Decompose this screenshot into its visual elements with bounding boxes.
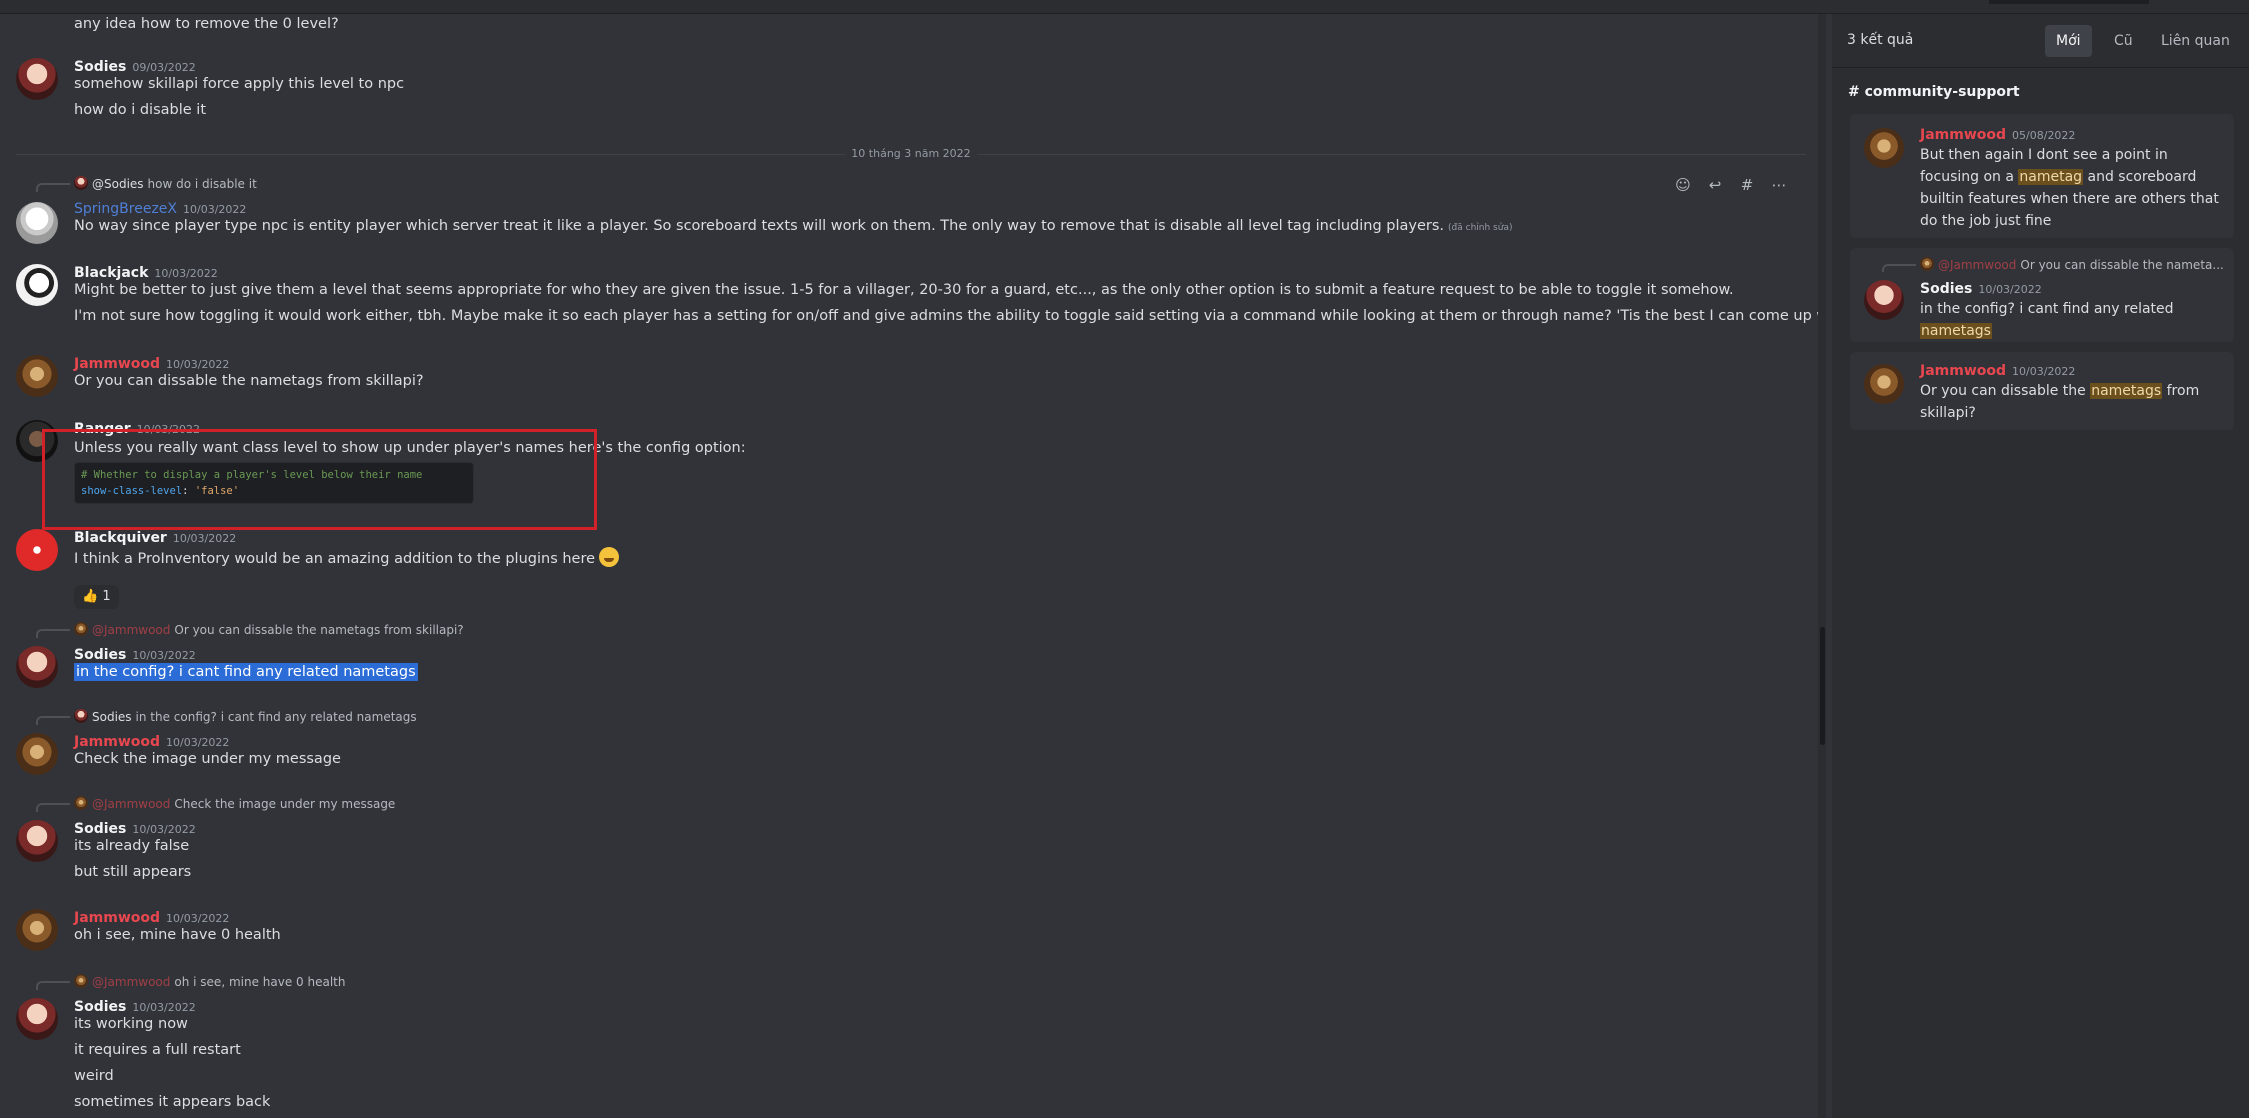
author-name[interactable]: Jammwood bbox=[74, 910, 160, 926]
reply-preview[interactable]: @Jammwood Or you can dissable the nametag… bbox=[74, 622, 464, 637]
top-strip bbox=[0, 0, 2249, 14]
author-name[interactable]: Blackquiver bbox=[74, 530, 167, 546]
message-text[interactable]: in the config? i cant find any related n… bbox=[74, 663, 418, 681]
result-count: 3 kết quả bbox=[1847, 32, 1914, 48]
timestamp: 10/03/2022 bbox=[166, 912, 230, 925]
search-result[interactable]: @Jammwood Or you can dissable the nameta.… bbox=[1850, 248, 2234, 342]
message-text[interactable]: its already false bbox=[74, 838, 189, 854]
selected-text: in the config? i cant find any related n… bbox=[74, 663, 418, 681]
thumbs-up-icon: 👍 bbox=[82, 589, 99, 604]
avatar[interactable] bbox=[16, 58, 58, 100]
timestamp: 05/08/2022 bbox=[2012, 129, 2076, 142]
message-text[interactable]: it requires a full restart bbox=[74, 1042, 241, 1058]
discord-window: any idea how to remove the 0 level? Sodi… bbox=[0, 0, 2249, 1118]
avatar[interactable] bbox=[1864, 280, 1904, 320]
edited-label: (đã chỉnh sửa) bbox=[1448, 223, 1513, 233]
reply-preview[interactable]: @Sodies how do i disable it bbox=[74, 176, 257, 191]
timestamp: 10/03/2022 bbox=[154, 267, 218, 280]
author-name[interactable]: Sodies bbox=[74, 647, 126, 663]
timestamp: 10/03/2022 bbox=[132, 823, 196, 836]
search-results-panel: 3 kết quả Mới Cũ Liên quan # community-s… bbox=[1832, 14, 2249, 1118]
author-name[interactable]: Sodies bbox=[74, 999, 126, 1015]
more-icon[interactable]: ⋯ bbox=[1766, 172, 1792, 198]
avatar[interactable] bbox=[16, 733, 58, 775]
message-text[interactable]: oh i see, mine have 0 health bbox=[74, 927, 281, 943]
channel-header[interactable]: # community-support bbox=[1848, 84, 2020, 100]
add-reaction-icon[interactable]: ☺ bbox=[1670, 172, 1696, 198]
author-name[interactable]: Sodies bbox=[74, 59, 126, 75]
timestamp: 10/03/2022 bbox=[132, 1001, 196, 1014]
tab-relevant[interactable]: Liên quan bbox=[2150, 25, 2241, 57]
result-text: in the config? i cant find any related n… bbox=[1920, 301, 2174, 339]
reply-preview[interactable]: @Jammwood Check the image under my messag… bbox=[74, 796, 395, 811]
avatar[interactable] bbox=[16, 264, 58, 306]
reply-preview[interactable]: @Jammwood Or you can dissable the nameta.… bbox=[1920, 257, 2230, 272]
message-toolbar: ☺ ↩ # ⋯ bbox=[1670, 170, 1792, 200]
message-text[interactable]: Might be better to just give them a leve… bbox=[74, 282, 1734, 298]
search-highlight: nametag bbox=[2018, 169, 2084, 185]
timestamp: 10/03/2022 bbox=[2012, 365, 2076, 378]
message-text[interactable]: I think a ProInventory would be an amazi… bbox=[74, 547, 620, 567]
author-name[interactable]: Jammwood bbox=[74, 734, 160, 750]
avatar[interactable] bbox=[16, 202, 58, 244]
search-highlight: nametags bbox=[2090, 383, 2163, 399]
message-text[interactable]: any idea how to remove the 0 level? bbox=[74, 16, 339, 32]
avatar[interactable] bbox=[16, 355, 58, 397]
search-result[interactable]: Jammwood 05/08/2022 But then again I dont… bbox=[1850, 114, 2234, 238]
reply-preview[interactable]: @Jammwood oh i see, mine have 0 health bbox=[74, 974, 345, 989]
scrollbar-track[interactable] bbox=[1818, 14, 1826, 1118]
create-thread-icon[interactable]: # bbox=[1734, 172, 1760, 198]
reply-icon[interactable]: ↩ bbox=[1702, 172, 1728, 198]
message-list: any idea how to remove the 0 level? Sodi… bbox=[0, 14, 1822, 1118]
reaction-button[interactable]: 👍 1 bbox=[74, 585, 119, 609]
timestamp: 10/03/2022 bbox=[132, 649, 196, 662]
search-result[interactable]: Jammwood 10/03/2022 Or you can dissable t… bbox=[1850, 352, 2234, 430]
tab-newest[interactable]: Mới bbox=[2045, 25, 2092, 57]
avatar[interactable] bbox=[16, 820, 58, 862]
author-name[interactable]: Blackjack bbox=[74, 265, 148, 281]
timestamp: 09/03/2022 bbox=[132, 61, 196, 74]
author-name[interactable]: Sodies bbox=[74, 821, 126, 837]
timestamp: 10/03/2022 bbox=[1978, 283, 2042, 296]
reply-preview[interactable]: Sodies in the config? i cant find any rel… bbox=[74, 709, 417, 724]
avatar[interactable] bbox=[1864, 128, 1904, 168]
search-highlight: nametags bbox=[1920, 323, 1992, 339]
avatar[interactable] bbox=[1864, 364, 1904, 404]
avatar[interactable] bbox=[16, 998, 58, 1040]
timestamp: 10/03/2022 bbox=[183, 203, 247, 216]
message-text[interactable]: I'm not sure how toggling it would work … bbox=[74, 308, 1822, 324]
timestamp: 10/03/2022 bbox=[166, 358, 230, 371]
avatar[interactable] bbox=[16, 646, 58, 688]
message-text[interactable]: Check the image under my message bbox=[74, 751, 341, 767]
result-text: But then again I dont see a point in foc… bbox=[1920, 147, 2219, 229]
author-name[interactable]: Jammwood bbox=[1920, 127, 2006, 143]
author-name[interactable]: SpringBreezeX bbox=[74, 201, 177, 217]
tab-oldest[interactable]: Cũ bbox=[2103, 25, 2144, 57]
result-text: Or you can dissable the nametags from sk… bbox=[1920, 383, 2200, 421]
grinning-emoji-icon bbox=[599, 547, 620, 567]
timestamp: 10/03/2022 bbox=[166, 736, 230, 749]
message-text[interactable]: how do i disable it bbox=[74, 102, 206, 118]
author-name[interactable]: Jammwood bbox=[74, 356, 160, 372]
annotation-box bbox=[42, 429, 597, 530]
message-text[interactable]: weird bbox=[74, 1068, 114, 1084]
message-text[interactable]: its working now bbox=[74, 1016, 188, 1032]
author-name[interactable]: Sodies bbox=[1920, 281, 1972, 297]
hash-icon: # bbox=[1848, 84, 1865, 100]
message-text[interactable]: but still appears bbox=[74, 864, 191, 880]
search-results-header: 3 kết quả Mới Cũ Liên quan bbox=[1832, 14, 2249, 68]
avatar[interactable] bbox=[16, 909, 58, 951]
avatar[interactable] bbox=[16, 529, 58, 571]
message-text[interactable]: Or you can dissable the nametags from sk… bbox=[74, 373, 424, 389]
scrollbar-thumb[interactable] bbox=[1820, 627, 1825, 745]
message-text[interactable]: sometimes it appears back bbox=[74, 1094, 270, 1110]
message-text[interactable]: somehow skillapi force apply this level … bbox=[74, 76, 404, 92]
date-divider: 10 tháng 3 năm 2022 bbox=[0, 147, 1822, 160]
reaction-count: 1 bbox=[102, 589, 111, 604]
author-name[interactable]: Jammwood bbox=[1920, 363, 2006, 379]
timestamp: 10/03/2022 bbox=[172, 532, 237, 545]
message-text[interactable]: No way since player type npc is entity p… bbox=[74, 218, 1512, 234]
